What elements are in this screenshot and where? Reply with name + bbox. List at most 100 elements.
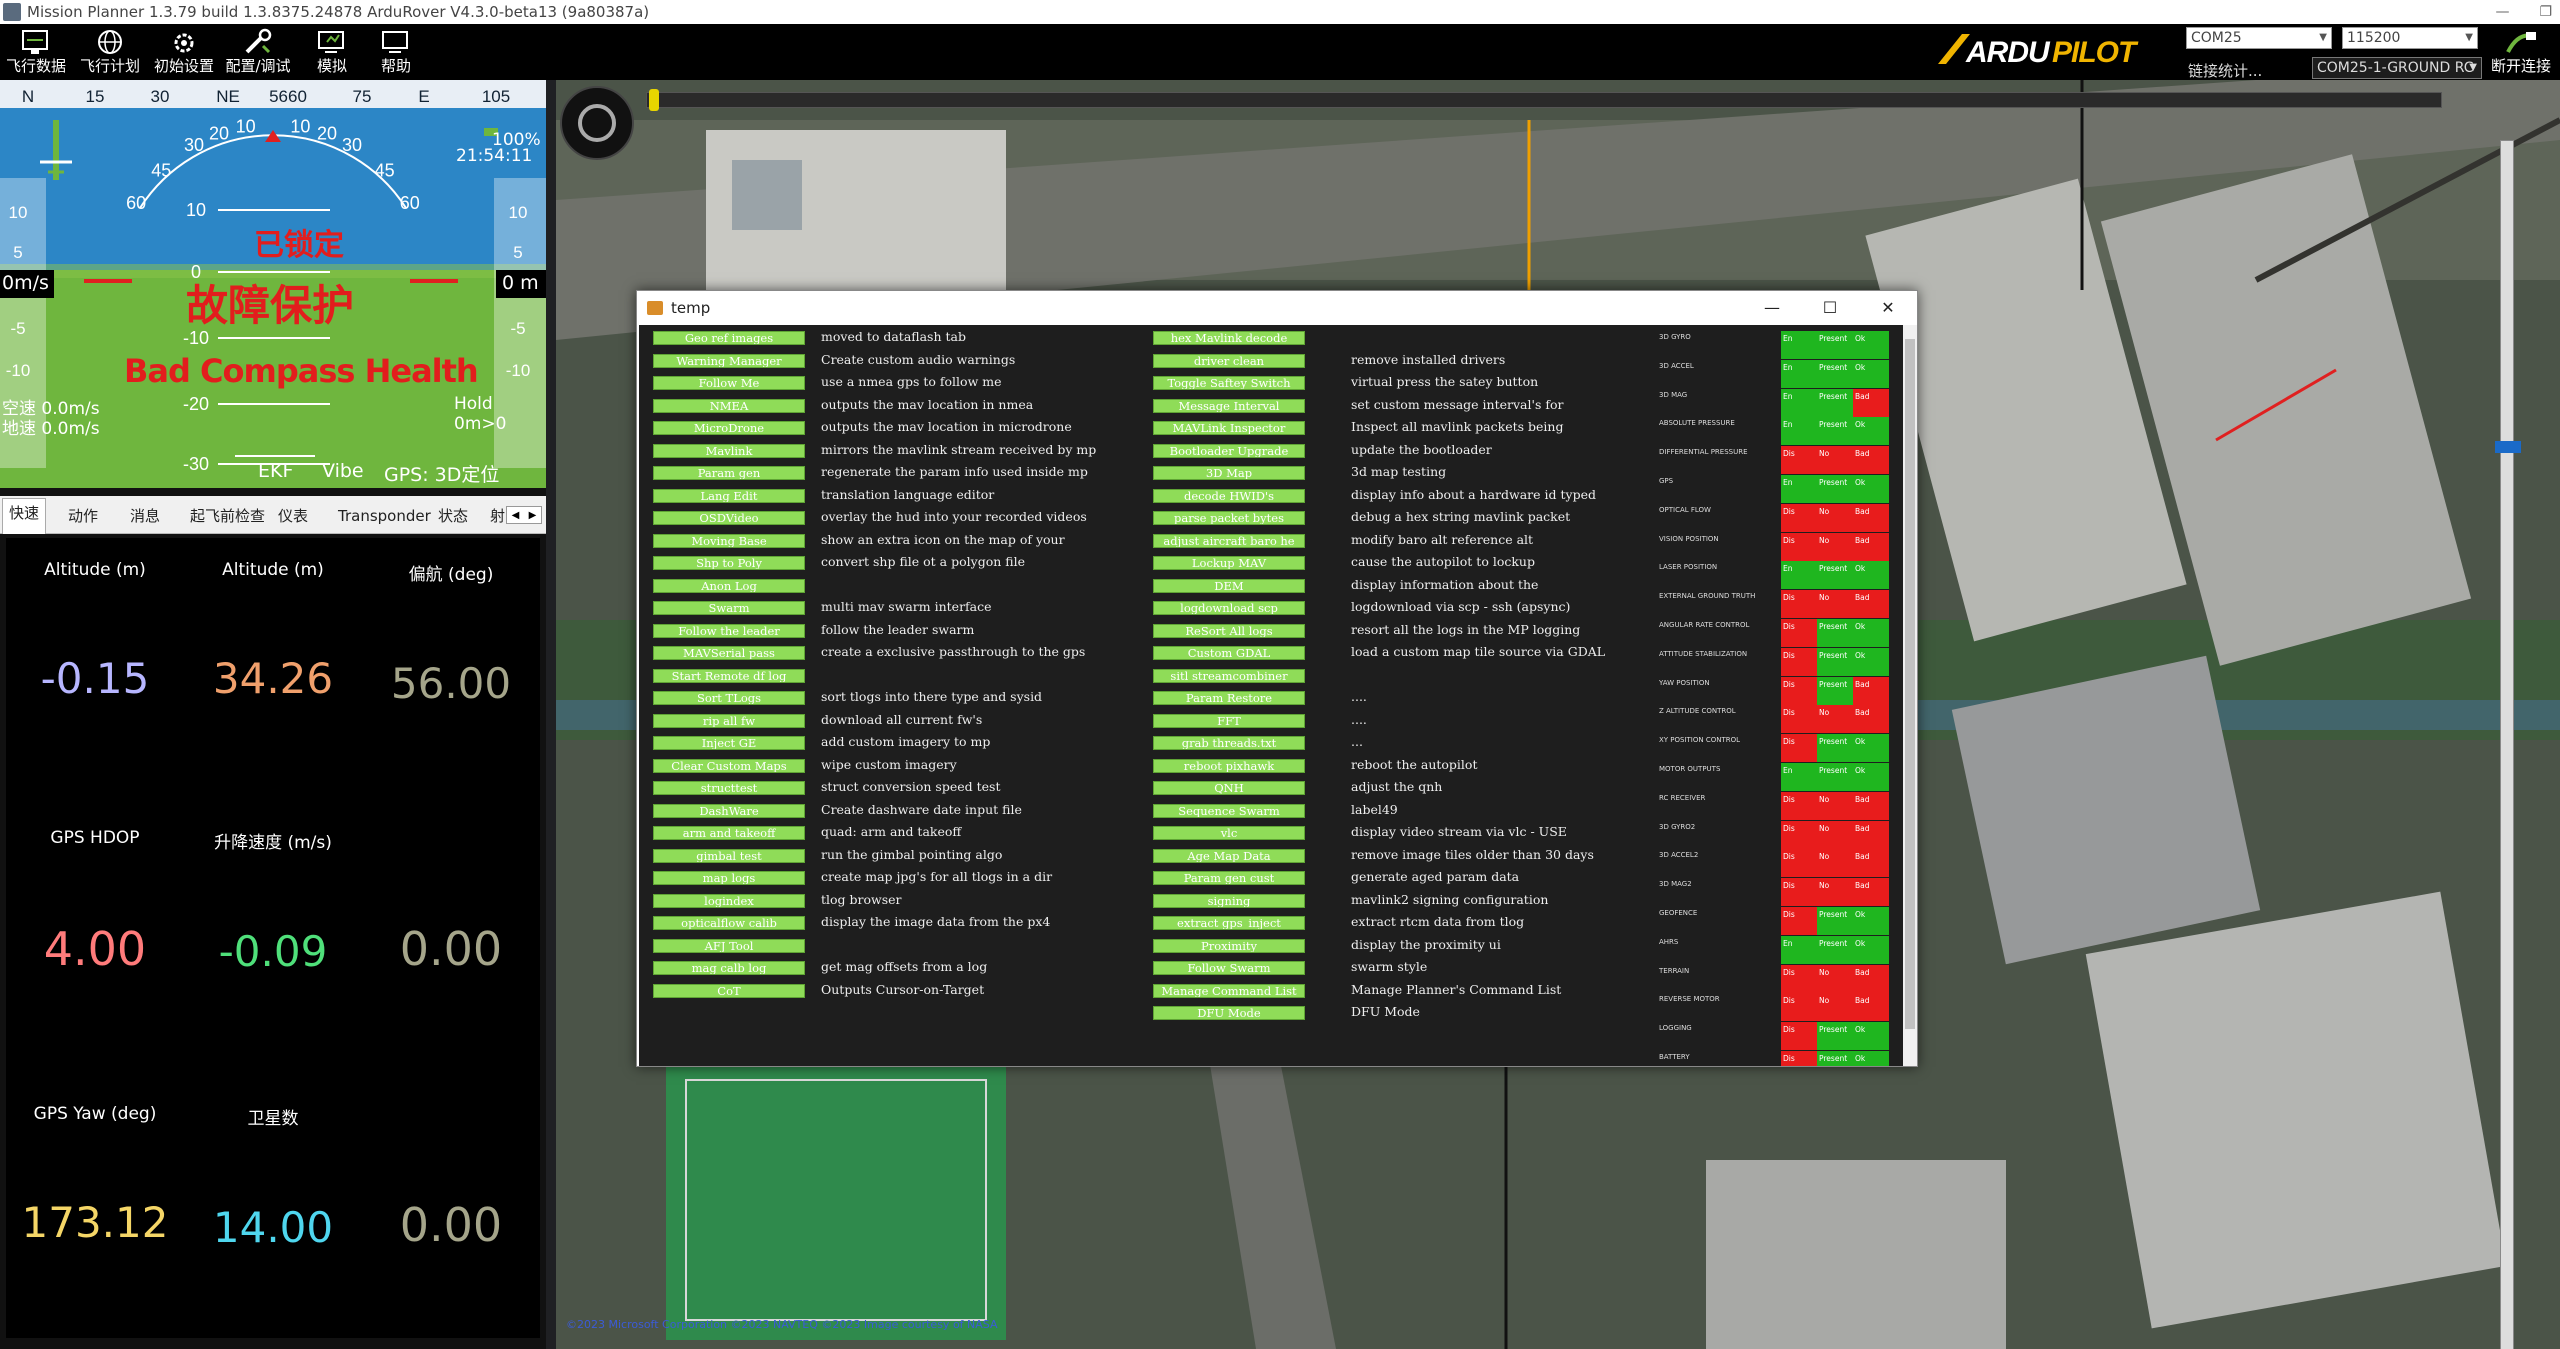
tool-button[interactable]: Proximity — [1153, 938, 1305, 953]
tool-button[interactable]: map logs — [653, 871, 805, 885]
tool-button[interactable]: Sort TLogs — [653, 691, 805, 705]
tool-button[interactable]: Custom GDAL — [1153, 646, 1305, 660]
vibe-button[interactable]: Vibe — [322, 460, 364, 482]
tool-button[interactable]: gimbal test — [653, 848, 805, 863]
ekf-button[interactable]: EKF — [258, 460, 293, 482]
tool-button[interactable]: OSDVideo — [653, 511, 805, 525]
tool-button[interactable]: driver clean — [1153, 353, 1305, 368]
quick-cell[interactable]: Altitude (m) -0.15 — [6, 560, 184, 703]
help-button[interactable]: 帮助 — [360, 26, 432, 78]
tool-button[interactable]: DEM — [1153, 578, 1305, 593]
tool-button[interactable]: Param gen — [653, 466, 805, 480]
tool-button[interactable]: opticalflow calib — [653, 916, 805, 930]
tab-gauges[interactable]: 仪表 — [272, 502, 314, 532]
tab-preflight[interactable]: 起飞前检查 — [184, 502, 271, 532]
tool-button[interactable]: DFU Mode — [1153, 1006, 1305, 1020]
connection-stats-link[interactable]: 链接统计... — [2188, 60, 2262, 81]
tool-button[interactable]: AFJ Tool — [653, 938, 805, 953]
tool-button[interactable]: Follow Swarm — [1153, 961, 1305, 975]
tool-button[interactable]: Clear Custom Maps — [653, 758, 805, 773]
tool-button[interactable]: NMEA — [653, 398, 805, 413]
tool-button[interactable]: Lockup MAV — [1153, 556, 1305, 570]
hud-display[interactable]: N 15 30 NE 5660 75 E 105 60 45 30 20 10 10 20 30 45 60 1… — [0, 80, 546, 488]
tool-button[interactable]: Toggle Saftey Switch — [1153, 376, 1305, 390]
tool-button[interactable]: adjust aircraft baro he — [1153, 533, 1305, 548]
quick-cell[interactable]: 偏航 (deg) 56.00 — [362, 560, 540, 708]
tool-button[interactable]: ReSort All logs — [1153, 623, 1305, 638]
tab-transponder[interactable]: Transponder — [332, 502, 437, 532]
minimize-button[interactable]: — — [2495, 0, 2509, 24]
tool-button[interactable]: signing — [1153, 893, 1305, 908]
tool-button[interactable]: Manage Command List — [1153, 983, 1305, 998]
tool-button[interactable]: grab threads.txt — [1153, 736, 1305, 750]
tab-actions[interactable]: 动作 — [62, 502, 104, 532]
simulation-button[interactable]: 模拟 — [296, 26, 368, 78]
flight-data-button[interactable]: 飞行数据 — [0, 26, 72, 78]
quick-cell[interactable]: 0.00 — [362, 1104, 540, 1252]
config-tuning-button[interactable]: 配置/调试 — [222, 26, 294, 78]
quick-cell[interactable]: 卫星数 14.00 — [184, 1104, 362, 1252]
tool-button[interactable]: Inject GE — [653, 736, 805, 750]
tool-button[interactable]: sitl streamcombiner — [1153, 668, 1305, 683]
tool-button[interactable]: MicroDrone — [653, 421, 805, 435]
baud-select[interactable]: 115200 ▼ — [2342, 27, 2478, 49]
tool-button[interactable]: rip all fw — [653, 713, 805, 728]
tab-status[interactable]: 状态 — [432, 502, 474, 532]
flight-plan-button[interactable]: 飞行计划 — [74, 26, 146, 78]
tool-button[interactable]: extract gps_inject — [1153, 916, 1305, 930]
tool-button[interactable]: decode HWID's — [1153, 488, 1305, 503]
tool-button[interactable]: hex Mavlink decode — [1153, 331, 1305, 345]
tool-button[interactable]: Shp to Poly — [653, 556, 805, 570]
tool-button[interactable]: Follow the leader — [653, 623, 805, 638]
quick-cell[interactable]: GPS HDOP 4.00 — [6, 828, 184, 976]
chevron-left-icon[interactable]: ◀ — [512, 510, 520, 521]
tool-button[interactable]: arm and takeoff — [653, 826, 805, 840]
quick-cell[interactable]: Altitude (m) 34.26 — [184, 560, 362, 703]
zoom-slider[interactable] — [2495, 140, 2521, 1349]
dialog-close-button[interactable]: ✕ — [1859, 291, 1917, 325]
tool-button[interactable]: Param Restore — [1153, 691, 1305, 705]
tool-button[interactable]: Swarm — [653, 601, 805, 615]
initial-setup-button[interactable]: 初始设置 — [148, 26, 220, 78]
tool-button[interactable]: mag calb log — [653, 961, 805, 975]
quick-cell[interactable]: 升降速度 (m/s) -0.09 — [184, 828, 362, 976]
tool-button[interactable]: 3D Map — [1153, 466, 1305, 480]
tool-button[interactable]: structtest — [653, 781, 805, 795]
tool-button[interactable]: vlc — [1153, 826, 1305, 840]
zoom-knob[interactable] — [2495, 441, 2521, 453]
tab-scroll-buttons[interactable]: ◀ ▶ — [506, 506, 542, 524]
disconnect-button[interactable]: 断开连接 — [2484, 26, 2558, 78]
tool-button[interactable]: Param gen cust — [1153, 871, 1305, 885]
tool-button[interactable]: Message Interval — [1153, 398, 1305, 413]
tool-button[interactable]: Follow Me — [653, 376, 805, 390]
tool-button[interactable]: Sequence Swarm — [1153, 803, 1305, 818]
connection-select[interactable]: COM25-1-GROUND RC ▼ — [2312, 57, 2482, 79]
dialog-scrollbar[interactable] — [1903, 325, 1917, 1066]
port-select[interactable]: COM25 ▼ — [2186, 27, 2332, 49]
dialog-minimize-button[interactable]: — — [1743, 291, 1801, 325]
tool-button[interactable]: MAVLink Inspector — [1153, 421, 1305, 435]
tool-button[interactable]: Geo ref images — [653, 331, 805, 345]
tool-button[interactable]: Age Map Data — [1153, 848, 1305, 863]
tool-button[interactable]: CoT — [653, 983, 805, 998]
timeline-slider[interactable] — [646, 89, 2442, 111]
tool-button[interactable]: reboot pixhawk — [1153, 758, 1305, 773]
tool-button[interactable]: QNH — [1153, 781, 1305, 795]
scrollbar-thumb[interactable] — [1905, 339, 1915, 1029]
tool-button[interactable]: DashWare — [653, 803, 805, 818]
slider-knob[interactable] — [649, 89, 659, 111]
chevron-right-icon[interactable]: ▶ — [529, 510, 537, 521]
tab-messages[interactable]: 消息 — [124, 502, 166, 532]
restore-button[interactable]: ❐ — [2539, 0, 2552, 24]
tool-button[interactable]: parse packet bytes — [1153, 511, 1305, 525]
tool-button[interactable]: Anon Log — [653, 578, 805, 593]
quick-cell[interactable]: GPS Yaw (deg) 173.12 — [6, 1104, 184, 1247]
tab-quick[interactable]: 快速 — [2, 498, 47, 534]
tool-button[interactable]: Bootloader Upgrade — [1153, 443, 1305, 458]
tool-button[interactable]: logindex — [653, 893, 805, 908]
tool-button[interactable]: logdownload scp — [1153, 601, 1305, 615]
tool-button[interactable]: Warning Manager — [653, 353, 805, 368]
tool-button[interactable]: FFT — [1153, 713, 1305, 728]
tool-button[interactable]: Mavlink — [653, 443, 805, 458]
tool-button[interactable]: Start Remote df log — [653, 668, 805, 683]
